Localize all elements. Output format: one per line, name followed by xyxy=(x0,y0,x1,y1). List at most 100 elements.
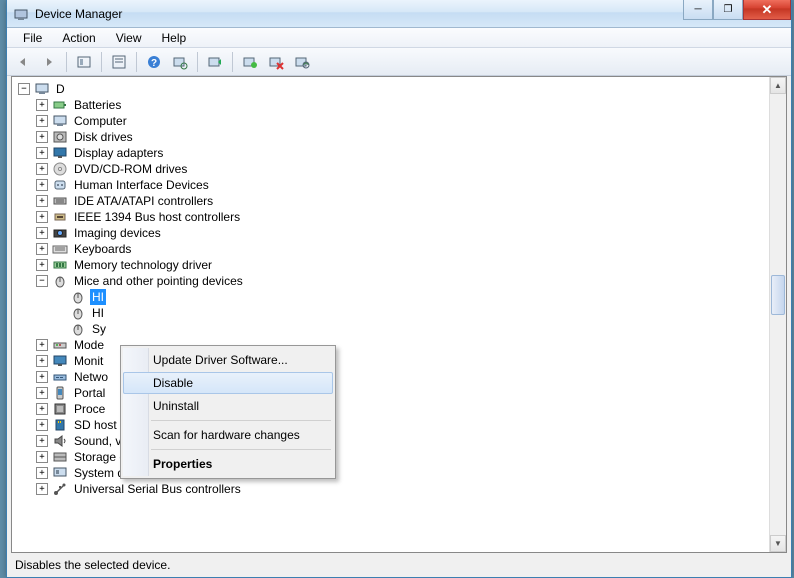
enable-button[interactable] xyxy=(238,50,262,74)
context-menu-item[interactable]: Scan for hardware changes xyxy=(123,424,333,446)
computer-icon xyxy=(52,113,68,129)
menu-help[interactable]: Help xyxy=(154,29,195,47)
expander-blank xyxy=(54,323,66,335)
network-icon xyxy=(52,369,68,385)
minimize-button[interactable]: ─ xyxy=(683,0,713,20)
scan-button[interactable] xyxy=(168,50,192,74)
window-controls: ─ ❐ ✕ xyxy=(683,0,791,20)
context-menu-item[interactable]: Disable xyxy=(123,372,333,394)
tree-category[interactable]: Batteries xyxy=(36,97,784,113)
titlebar[interactable]: Device Manager ─ ❐ ✕ xyxy=(7,0,791,28)
tree-category[interactable]: Human Interface Devices xyxy=(36,177,784,193)
sound-icon xyxy=(52,433,68,449)
toolbar-separator xyxy=(232,52,233,72)
expand-icon[interactable] xyxy=(36,419,48,431)
context-menu-item[interactable]: Uninstall xyxy=(123,395,333,417)
context-menu-separator xyxy=(151,449,331,450)
scroll-thumb[interactable] xyxy=(771,275,785,315)
tree-category[interactable]: Computer xyxy=(36,113,784,129)
scroll-up-arrow[interactable]: ▲ xyxy=(770,77,786,94)
help-button[interactable]: ? xyxy=(142,50,166,74)
tree-category[interactable]: Disk drives xyxy=(36,129,784,145)
menubar: File Action View Help xyxy=(7,28,791,48)
expand-icon[interactable] xyxy=(36,99,48,111)
menu-action[interactable]: Action xyxy=(54,29,103,47)
tree-node-label: Keyboards xyxy=(72,241,133,257)
tree-category[interactable]: Display adapters xyxy=(36,145,784,161)
battery-icon xyxy=(52,97,68,113)
imaging-icon xyxy=(52,225,68,241)
back-button[interactable] xyxy=(11,50,35,74)
expand-icon[interactable] xyxy=(36,467,48,479)
expand-icon[interactable] xyxy=(36,243,48,255)
mouse-icon xyxy=(52,273,68,289)
tree-device[interactable]: HI xyxy=(54,305,784,321)
maximize-button[interactable]: ❐ xyxy=(713,0,743,20)
update-driver-button[interactable] xyxy=(203,50,227,74)
expand-icon[interactable] xyxy=(36,339,48,351)
sd-icon xyxy=(52,417,68,433)
tree-node-label: Monit xyxy=(72,353,105,369)
tree-category[interactable]: Keyboards xyxy=(36,241,784,257)
disable-button[interactable] xyxy=(264,50,288,74)
context-menu-item[interactable]: Update Driver Software... xyxy=(123,349,333,371)
tree-category[interactable]: Universal Serial Bus controllers xyxy=(36,481,784,497)
window-title: Device Manager xyxy=(35,7,122,21)
tree-node-label: Memory technology driver xyxy=(72,257,214,273)
tree-device[interactable]: HI xyxy=(54,289,784,305)
scroll-down-arrow[interactable]: ▼ xyxy=(770,535,786,552)
expander-blank xyxy=(54,307,66,319)
expand-icon[interactable] xyxy=(36,147,48,159)
tree-device[interactable]: Sy xyxy=(54,321,784,337)
tree-category[interactable]: DVD/CD-ROM drives xyxy=(36,161,784,177)
toolbar-separator xyxy=(136,52,137,72)
device-tree-pane: DBatteriesComputerDisk drivesDisplay ada… xyxy=(11,76,787,553)
tree-category[interactable]: Mice and other pointing devices xyxy=(36,273,784,289)
expand-icon[interactable] xyxy=(36,179,48,191)
uninstall-button[interactable] xyxy=(290,50,314,74)
expand-icon[interactable] xyxy=(36,211,48,223)
collapse-icon[interactable] xyxy=(36,275,48,287)
tree-node-label: Universal Serial Bus controllers xyxy=(72,481,243,497)
expand-icon[interactable] xyxy=(36,387,48,399)
vertical-scrollbar[interactable]: ▲ ▼ xyxy=(769,77,786,552)
tree-root[interactable]: D xyxy=(18,81,784,97)
expand-icon[interactable] xyxy=(36,115,48,127)
expand-icon[interactable] xyxy=(36,355,48,367)
tree-node-label: Sy xyxy=(90,321,108,337)
expand-icon[interactable] xyxy=(36,195,48,207)
menu-file[interactable]: File xyxy=(15,29,50,47)
tree-node-label: Disk drives xyxy=(72,129,135,145)
tree-category[interactable]: IDE ATA/ATAPI controllers xyxy=(36,193,784,209)
modem-icon xyxy=(52,337,68,353)
expand-icon[interactable] xyxy=(36,483,48,495)
expand-icon[interactable] xyxy=(36,451,48,463)
tree-node-label: Batteries xyxy=(72,97,123,113)
expand-icon[interactable] xyxy=(36,163,48,175)
context-menu-item[interactable]: Properties xyxy=(123,453,333,475)
ieee-icon xyxy=(52,209,68,225)
expand-icon[interactable] xyxy=(36,371,48,383)
menu-view[interactable]: View xyxy=(108,29,150,47)
tree-category[interactable]: Imaging devices xyxy=(36,225,784,241)
tree-category[interactable]: Memory technology driver xyxy=(36,257,784,273)
close-button[interactable]: ✕ xyxy=(743,0,791,20)
disk-icon xyxy=(52,129,68,145)
forward-button[interactable] xyxy=(37,50,61,74)
properties-button[interactable] xyxy=(107,50,131,74)
toolbar-separator xyxy=(101,52,102,72)
expand-icon[interactable] xyxy=(36,259,48,271)
collapse-icon[interactable] xyxy=(18,83,30,95)
storage-icon xyxy=(52,449,68,465)
tree-node-label: Imaging devices xyxy=(72,225,163,241)
tree-node-label: Human Interface Devices xyxy=(72,177,211,193)
tree-node-label: IEEE 1394 Bus host controllers xyxy=(72,209,242,225)
expand-icon[interactable] xyxy=(36,131,48,143)
expand-icon[interactable] xyxy=(36,403,48,415)
expand-icon[interactable] xyxy=(36,227,48,239)
tree-category[interactable]: IEEE 1394 Bus host controllers xyxy=(36,209,784,225)
device-tree[interactable]: DBatteriesComputerDisk drivesDisplay ada… xyxy=(12,77,786,552)
expand-icon[interactable] xyxy=(36,435,48,447)
show-hide-button[interactable] xyxy=(72,50,96,74)
monitor-icon xyxy=(52,353,68,369)
